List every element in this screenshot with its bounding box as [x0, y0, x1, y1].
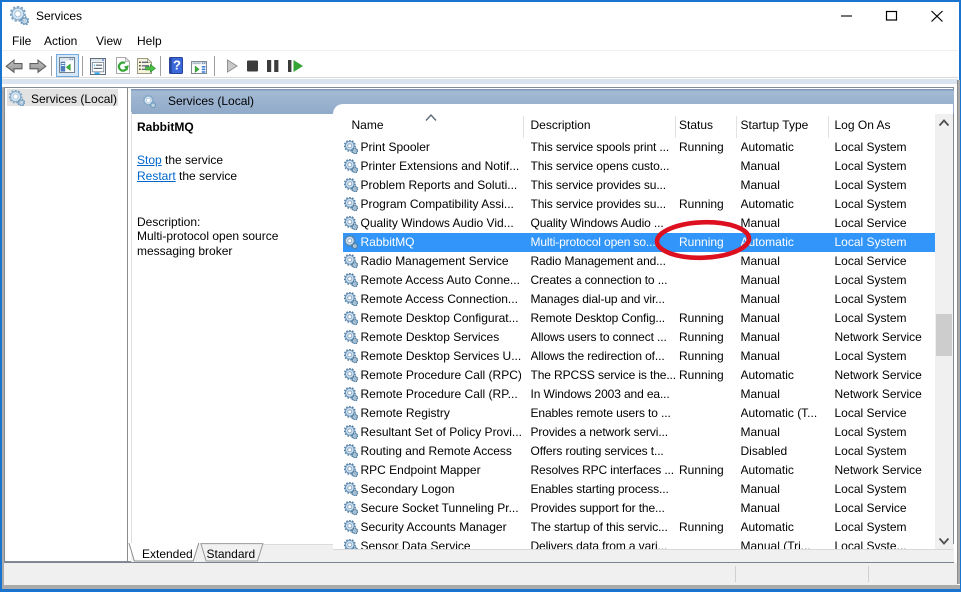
svg-text:?: ?: [173, 58, 181, 73]
